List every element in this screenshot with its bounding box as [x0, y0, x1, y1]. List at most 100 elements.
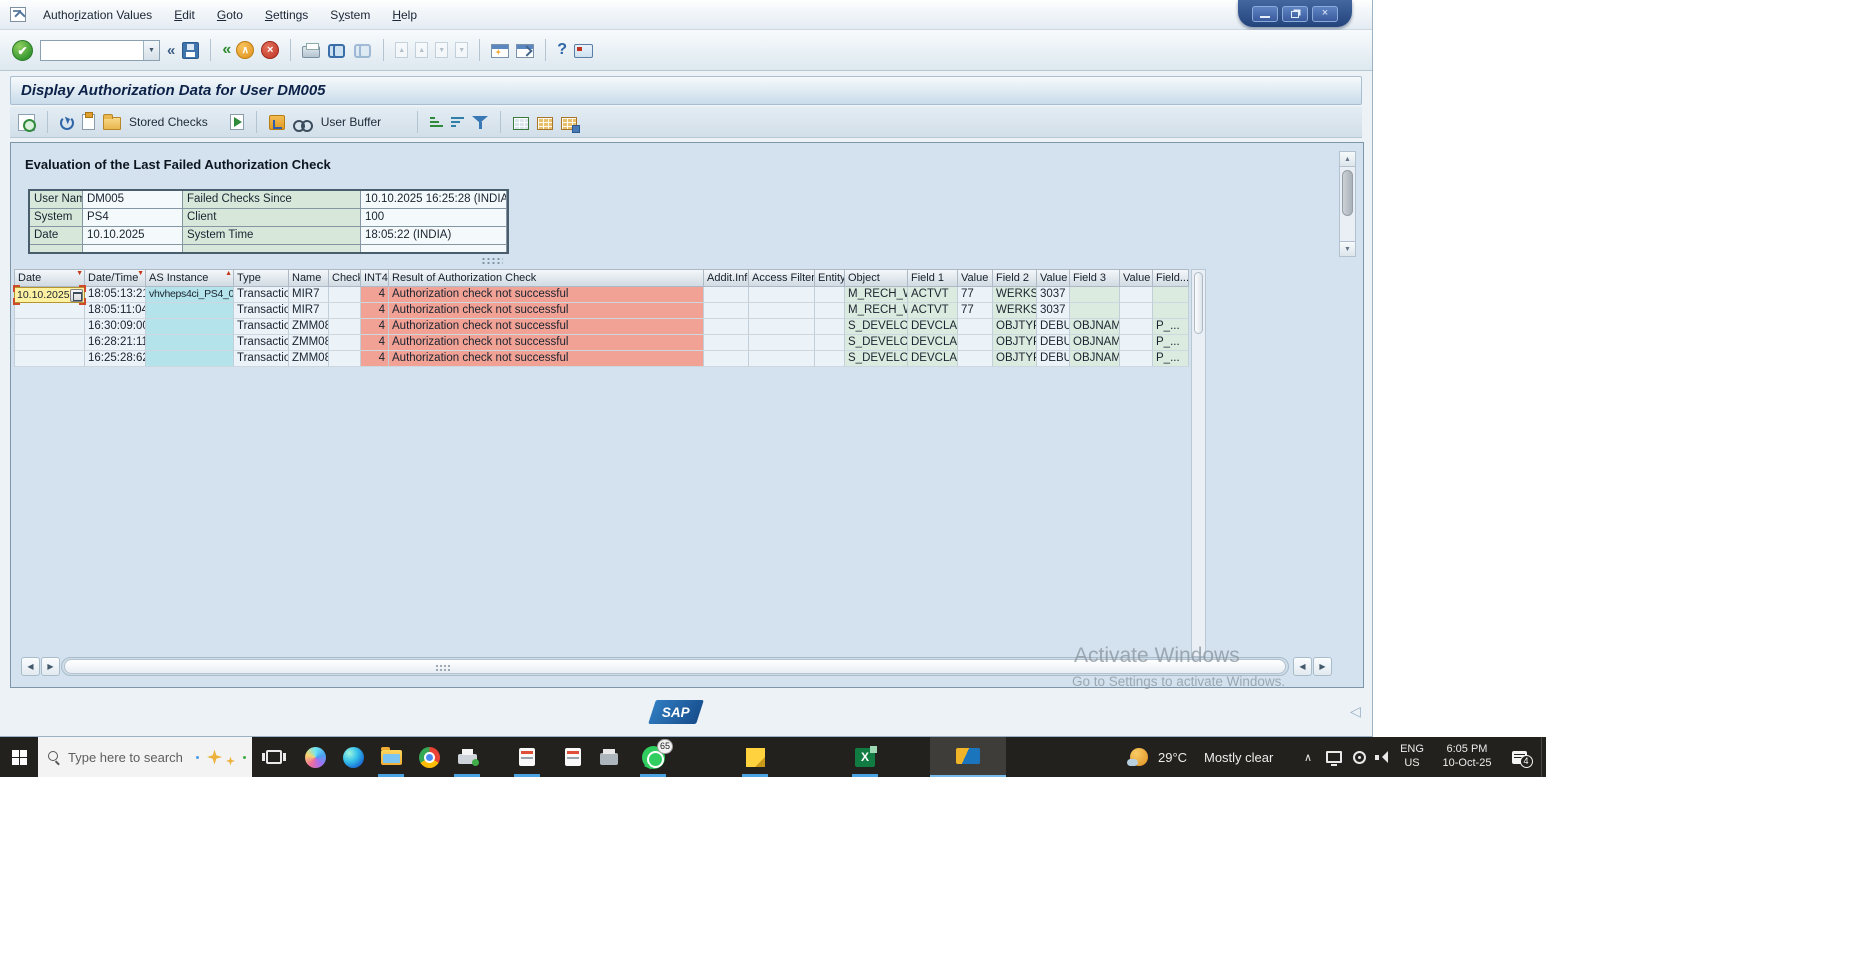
grid-cell-name[interactable]: MIR7	[289, 287, 329, 303]
evaluation-vertical-scrollbar[interactable]: ▲ ▼	[1339, 151, 1356, 257]
panel-splitter-handle[interactable]	[481, 257, 503, 264]
back-icon[interactable]: «	[222, 41, 229, 59]
grid-cell-date[interactable]	[14, 335, 85, 351]
grid-cell-field2[interactable]: WERKS	[993, 303, 1037, 319]
grid-cell-as_instance[interactable]	[146, 351, 234, 367]
grid-header-value1[interactable]: Value 1	[958, 269, 993, 287]
grid-cell-type[interactable]: Transaction	[234, 319, 289, 335]
evaluation-value-cell[interactable]: 10.10.2025	[83, 227, 183, 245]
grid-row[interactable]: 10.10.202518:05:13:210vhvheps4ci_PS4_00T…	[14, 287, 1189, 303]
enter-button[interactable]: ✔	[12, 40, 33, 61]
table-save-icon[interactable]	[561, 117, 577, 130]
grid-cell-check[interactable]	[329, 319, 361, 335]
copy-icon[interactable]	[82, 114, 95, 130]
grid-cell-fieldx[interactable]: P_...	[1153, 335, 1189, 351]
cancel-icon[interactable]: ×	[261, 41, 279, 59]
grid-header-entity[interactable]: Entity	[815, 269, 845, 287]
grid-cell-access_filtering[interactable]	[749, 335, 815, 351]
grid-cell-value2[interactable]: 3037	[1037, 287, 1070, 303]
grid-cell-as_instance[interactable]: vhvheps4ci_PS4_00	[146, 287, 234, 303]
scroll-left-icon[interactable]: ◀	[1293, 657, 1312, 676]
show-desktop-button[interactable]	[1541, 737, 1546, 777]
taskbar-item-sap[interactable]	[930, 737, 1006, 777]
grid-cell-field3[interactable]: OBJNAME	[1070, 319, 1120, 335]
grid-cell-check[interactable]	[329, 303, 361, 319]
grid-cell-value3[interactable]	[1120, 287, 1153, 303]
refresh-icon[interactable]	[60, 116, 74, 130]
grid-header-fieldx[interactable]: Field...	[1153, 269, 1189, 287]
grid-cell-value2[interactable]: DEBUG	[1037, 335, 1070, 351]
taskbar-item-chrome[interactable]	[412, 737, 446, 777]
grid-cell-check[interactable]	[329, 287, 361, 303]
grid-cell-field3[interactable]: OBJNAME	[1070, 335, 1120, 351]
print-icon[interactable]	[302, 46, 320, 58]
grid-cell-int4[interactable]: 4	[361, 351, 389, 367]
save-icon[interactable]	[182, 42, 199, 59]
grid-cell-entity[interactable]	[815, 335, 845, 351]
restore-button[interactable]	[1282, 6, 1308, 22]
grid-cell-date[interactable]	[14, 319, 85, 335]
grid-cell-field1[interactable]: DEVCLASS	[908, 351, 958, 367]
grid-header-field3[interactable]: Field 3	[1070, 269, 1120, 287]
grid-cell-field1[interactable]: ACTVT	[908, 303, 958, 319]
start-button[interactable]	[0, 737, 38, 777]
grid-cell-type[interactable]: Transaction	[234, 351, 289, 367]
new-session-icon[interactable]	[491, 44, 509, 58]
grid-header-value2[interactable]: Value 2	[1037, 269, 1070, 287]
evaluation-label-cell[interactable]: Date	[30, 227, 83, 245]
grid-cell-field2[interactable]: OBJTYPE	[993, 351, 1037, 367]
taskbar-item-sticky-notes[interactable]	[738, 737, 772, 777]
exit-icon[interactable]: ∧	[236, 41, 254, 59]
grid-cell-datetime[interactable]: 18:05:13:210	[85, 287, 146, 303]
grid-cell-result[interactable]: Authorization check not successful	[389, 287, 704, 303]
taskbar-item-copilot[interactable]	[298, 737, 332, 777]
menu-system[interactable]: System	[319, 8, 381, 22]
evaluation-label-cell[interactable]: Client	[183, 209, 361, 227]
grid-header-date[interactable]: Date▼	[14, 269, 85, 287]
next-page-icon[interactable]: ▼	[435, 42, 448, 58]
scrollbar-thumb[interactable]	[1342, 170, 1353, 216]
first-page-icon[interactable]: ▲	[395, 42, 408, 58]
grid-cell-type[interactable]: Transaction	[234, 303, 289, 319]
grid-cell-field3[interactable]	[1070, 303, 1120, 319]
grid-cell-object[interactable]: S_DEVELOP	[845, 351, 908, 367]
taskbar-item-whatsapp[interactable]: 65	[636, 737, 670, 777]
taskbar-item-app[interactable]	[556, 737, 590, 777]
grid-cell-addit_info[interactable]	[704, 335, 749, 351]
grid-cell-type[interactable]: Transaction	[234, 335, 289, 351]
evaluation-label-cell[interactable]: System	[30, 209, 83, 227]
evaluation-value-cell[interactable]: 10.10.2025 16:25:28 (INDIA)	[361, 191, 507, 209]
sync-tray-button[interactable]	[1348, 737, 1370, 777]
sort-descending-icon[interactable]	[451, 116, 464, 128]
grid-cell-check[interactable]	[329, 351, 361, 367]
grid-cell-name[interactable]: MIR7	[289, 303, 329, 319]
grid-cell-as_instance[interactable]	[146, 335, 234, 351]
grid-cell-field3[interactable]: OBJNAME	[1070, 351, 1120, 367]
evaluation-value-cell[interactable]: PS4	[83, 209, 183, 227]
system-menu-icon[interactable]	[10, 7, 26, 22]
evaluation-value-cell[interactable]: 18:05:22 (INDIA)	[361, 227, 507, 245]
taskbar-item-printer[interactable]	[592, 737, 626, 777]
taskbar-item-excel[interactable]: X	[848, 737, 882, 777]
network-tray-button[interactable]	[1322, 737, 1346, 777]
taskbar-item-edge[interactable]	[336, 737, 370, 777]
create-shortcut-icon[interactable]	[516, 44, 534, 58]
grid-row[interactable]: 16:30:09:003TransactionZMM0814Authorizat…	[14, 319, 1189, 335]
grid-row[interactable]: 16:28:21:119TransactionZMM0814Authorizat…	[14, 335, 1189, 351]
find-next-icon[interactable]	[353, 42, 372, 58]
grid-cell-entity[interactable]	[815, 303, 845, 319]
task-view-button[interactable]	[256, 737, 292, 777]
grid-cell-fieldx[interactable]	[1153, 287, 1189, 303]
grid-cell-result[interactable]: Authorization check not successful	[389, 335, 704, 351]
grid-cell-object[interactable]: M_RECH_WRK	[845, 303, 908, 319]
weather-desc[interactable]: Mostly clear	[1204, 737, 1273, 777]
display-details-icon[interactable]	[18, 114, 35, 131]
grid-cell-value3[interactable]	[1120, 319, 1153, 335]
table-settings-icon[interactable]	[537, 117, 553, 130]
grid-header-type[interactable]: Type	[234, 269, 289, 287]
previous-page-icon[interactable]: ▲	[415, 42, 428, 58]
clock-tray-button[interactable]: 6:05 PM10-Oct-25	[1432, 737, 1502, 777]
grid-header-as_instance[interactable]: AS Instance▲	[146, 269, 234, 287]
grid-cell-type[interactable]: Transaction	[234, 287, 289, 303]
grid-cell-result[interactable]: Authorization check not successful	[389, 351, 704, 367]
